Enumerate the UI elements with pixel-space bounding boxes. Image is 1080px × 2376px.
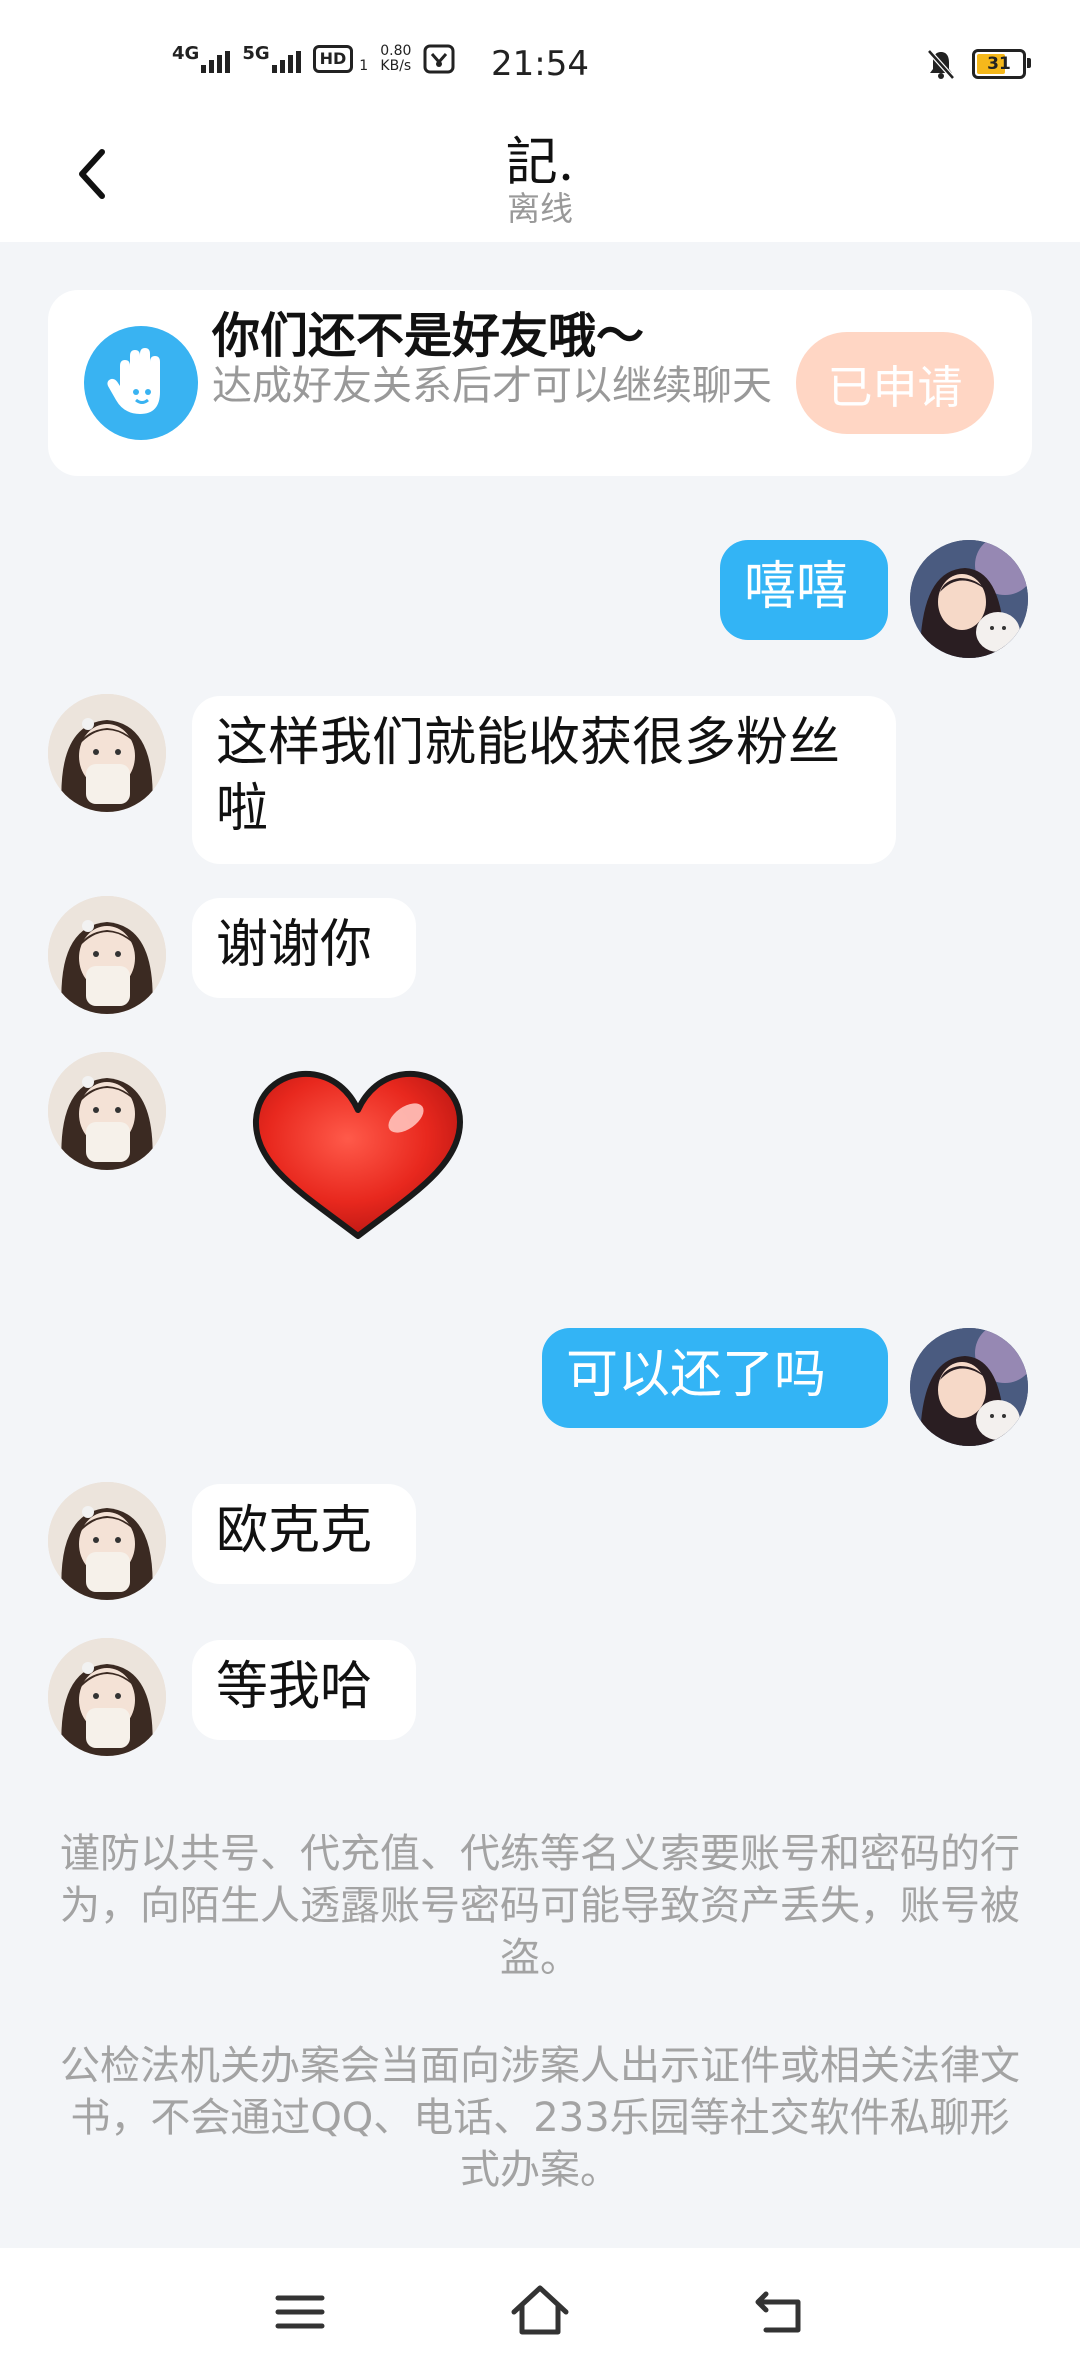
hand-wave-icon: [84, 326, 198, 440]
status-time: 21:54: [491, 44, 589, 84]
contact-avatar[interactable]: [48, 1638, 166, 1756]
online-status: 离线: [507, 189, 573, 228]
message-bubble-received[interactable]: 谢谢你: [192, 898, 416, 998]
battery-level: 31: [987, 54, 1011, 74]
my-avatar[interactable]: [910, 540, 1028, 658]
status-icons-right: 31: [926, 48, 1031, 80]
contact-avatar[interactable]: [48, 896, 166, 1014]
battery-icon: 31: [972, 49, 1031, 79]
contact-avatar[interactable]: [48, 694, 166, 812]
friend-card-description: 达成好友关系后才可以继续聊天: [212, 363, 772, 409]
contact-avatar[interactable]: [48, 1482, 166, 1600]
security-notice: 谨防以共号、代充值、代练等名义索要账号和密码的行为，向陌生人透露账号密码可能导致…: [60, 1831, 1020, 1981]
friend-request-card: 你们还不是好友哦～ 达成好友关系后才可以继续聊天 已申请: [48, 290, 1032, 476]
message-bubble-received[interactable]: 等我哈: [192, 1640, 416, 1740]
message-bubble-sent[interactable]: 可以还了吗: [542, 1328, 888, 1428]
my-avatar[interactable]: [910, 1328, 1028, 1446]
message-bubble-sent[interactable]: 嘻嘻: [720, 540, 888, 640]
system-nav-bar: [0, 2248, 1080, 2376]
back-nav-icon[interactable]: [744, 2276, 816, 2348]
applied-button[interactable]: 已申请: [796, 332, 994, 434]
police-notice: 公检法机关办案会当面向涉案人出示证件或相关法律文书，不会通过QQ、电话、233乐…: [60, 2043, 1020, 2193]
friend-card-title: 你们还不是好友哦～: [212, 308, 645, 364]
status-bar: 4G 5G HD 1 0.80 KB/s 21:54 31: [0, 0, 1080, 120]
heart-sticker-icon[interactable]: [246, 1066, 470, 1246]
message-bubble-received[interactable]: 这样我们就能收获很多粉丝啦: [192, 696, 896, 864]
mute-bell-icon: [927, 49, 955, 80]
message-bubble-received[interactable]: 欧克克: [192, 1484, 416, 1584]
home-icon[interactable]: [504, 2276, 576, 2348]
menu-icon[interactable]: [264, 2276, 336, 2348]
chat-header: 記. 离线: [0, 120, 1080, 242]
contact-avatar[interactable]: [48, 1052, 166, 1170]
